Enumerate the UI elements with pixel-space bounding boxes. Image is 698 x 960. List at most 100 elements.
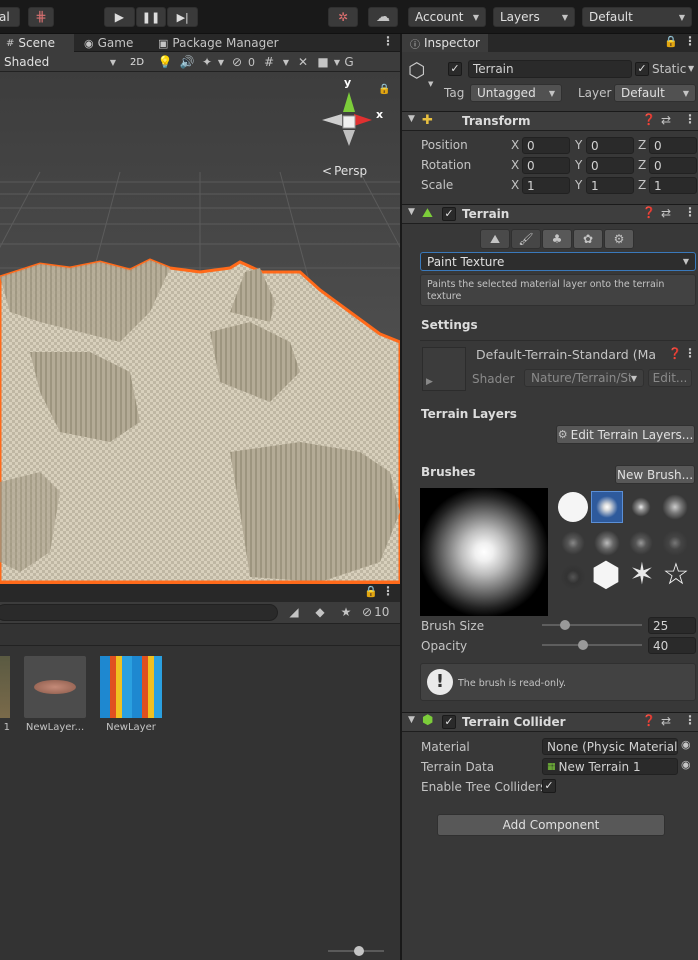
tag-dropdown[interactable]: Untagged ▼ (470, 84, 562, 102)
filter-label-icon[interactable]: ◆ (312, 605, 328, 619)
brush-item-hard-circle[interactable] (558, 492, 588, 522)
edit-terrain-layers-button[interactable]: ⚙ Edit Terrain Layers... (556, 425, 695, 444)
slider-thumb[interactable] (354, 946, 364, 956)
tab-inspector[interactable]: ⓘ Inspector (402, 34, 488, 52)
collider-material-picker-icon[interactable]: ◉ (681, 738, 691, 751)
account-dropdown[interactable]: Account ▼ (408, 7, 486, 27)
inspector-lock-icon[interactable]: 🔒 (664, 35, 678, 48)
tab-game[interactable]: ◉ Game (84, 34, 150, 52)
tab-package-manager[interactable]: ▣ Package Manager (158, 34, 288, 52)
brush-item-small-soft[interactable] (626, 492, 656, 522)
scene-viewport[interactable]: y x 🔒 < Persp (0, 72, 400, 584)
asset-item[interactable]: 1 (0, 656, 10, 736)
terrain-data-picker-icon[interactable]: ◉ (681, 758, 691, 771)
terrain-tool-dropdown[interactable]: Paint Texture ▼ (420, 252, 696, 271)
brush-size-field[interactable]: 25 (648, 617, 696, 634)
position-x-field[interactable]: 0 (522, 137, 570, 154)
opacity-field[interactable]: 40 (648, 637, 696, 654)
terrain-presets-icon[interactable]: ⇄ (661, 206, 671, 220)
tree-colliders-checkbox[interactable]: ✓ (542, 779, 556, 793)
tools-icon[interactable]: ✕ (292, 55, 314, 69)
scale-x-field[interactable]: 1 (522, 177, 570, 194)
collider-help-icon[interactable]: ❓ (642, 714, 656, 727)
static-caret-icon[interactable]: ▼ (688, 64, 694, 73)
collider-menu-icon[interactable]: ⋮ (684, 713, 696, 727)
project-lock-icon[interactable]: 🔒 (364, 585, 378, 598)
brush-size-thumb[interactable] (560, 620, 570, 630)
collider-material-field[interactable]: None (Physic Material) (542, 738, 678, 755)
rotation-y-field[interactable]: 0 (586, 157, 634, 174)
collider-foldout-icon[interactable]: ▼ (408, 715, 415, 725)
collab-button[interactable]: ✲ (328, 7, 358, 27)
grid-icon[interactable]: # (258, 55, 280, 69)
grid-snap-button[interactable]: ⋕ (28, 7, 54, 27)
filter-type-icon[interactable]: ◢ (286, 605, 302, 619)
pause-button[interactable]: ❚❚ (135, 7, 167, 27)
persp-toggle[interactable]: < Persp (322, 164, 367, 178)
asset-item[interactable]: NewLayer (100, 656, 162, 736)
brush-item-noise-1[interactable] (558, 528, 588, 558)
paint-terrain-button[interactable]: 🖌 (511, 229, 541, 249)
paint-trees-button[interactable]: ♣ (542, 229, 572, 249)
brush-item-star-outline-icon[interactable]: ☆ (660, 560, 692, 592)
brush-item-swirl[interactable] (660, 528, 690, 558)
play-button[interactable]: ▶ (104, 7, 135, 27)
thumbnail-size-slider[interactable] (328, 946, 384, 956)
asset-item[interactable]: NewLayer... (24, 656, 86, 736)
material-expand-icon[interactable]: ▶ (426, 377, 433, 387)
lighting-icon[interactable]: 💡 (154, 55, 176, 69)
brush-item-soft-circle[interactable] (591, 491, 623, 523)
scene-kebab-icon[interactable]: ⋮ (382, 34, 394, 52)
left-menu-button[interactable]: al (0, 7, 20, 27)
material-menu-icon[interactable]: ⋮ (684, 346, 696, 360)
brush-item-grass[interactable] (558, 562, 588, 592)
brush-item-noise-2[interactable] (592, 528, 622, 558)
hidden-objects-icon[interactable]: ⊘ (226, 55, 248, 69)
scale-z-field[interactable]: 1 (649, 177, 697, 194)
gameobject-icon-caret[interactable]: ▼ (428, 80, 433, 88)
grid-caret-icon[interactable]: ▼ (280, 58, 292, 67)
transform-foldout-icon[interactable]: ▼ (408, 114, 415, 124)
position-z-field[interactable]: 0 (649, 137, 697, 154)
terrain-data-field[interactable]: ▦ New Terrain 1 (542, 758, 678, 775)
object-name-input[interactable]: Terrain (468, 60, 632, 78)
paint-details-button[interactable]: ✿ (573, 229, 603, 249)
tab-scene[interactable]: # Scene (0, 34, 74, 52)
opacity-slider[interactable] (542, 638, 642, 652)
static-checkbox[interactable]: ✓ (635, 62, 649, 76)
brush-item-star-soft-icon[interactable]: ✶ (626, 560, 658, 592)
step-button[interactable]: ▶| (167, 7, 199, 27)
inspector-kebab-icon[interactable]: ⋮ (684, 34, 696, 48)
camera-icon[interactable]: ■ (314, 55, 332, 69)
gizmos-icon[interactable]: G (342, 55, 356, 69)
add-component-button[interactable]: Add Component (437, 814, 665, 836)
terrain-foldout-icon[interactable]: ▼ (408, 207, 415, 217)
layers-dropdown[interactable]: Layers ▼ (493, 7, 575, 27)
brush-item-cloud[interactable] (660, 492, 690, 522)
shader-edit-button[interactable]: Edit... (648, 369, 692, 387)
brush-item-hexagon-icon[interactable]: ⬢ (590, 558, 622, 592)
camera-caret-icon[interactable]: ▼ (332, 58, 342, 67)
scale-y-field[interactable]: 1 (586, 177, 634, 194)
project-kebab-icon[interactable]: ⋮ (382, 584, 394, 598)
material-help-icon[interactable]: ❓ (668, 347, 682, 360)
project-search-input[interactable] (0, 604, 278, 621)
project-hidden-toggle[interactable]: ⊘ 10 (362, 605, 389, 619)
effects-icon[interactable]: ✦ (198, 55, 216, 69)
lock-icon[interactable]: 🔒 (378, 84, 390, 95)
cloud-button[interactable]: ☁ (368, 7, 398, 27)
transform-menu-icon[interactable]: ⋮ (684, 112, 696, 126)
position-y-field[interactable]: 0 (586, 137, 634, 154)
collider-presets-icon[interactable]: ⇄ (661, 714, 671, 728)
shading-mode-dropdown[interactable]: Shaded ▼ (0, 52, 120, 72)
layer-dropdown[interactable]: Default ▼ (614, 84, 696, 102)
transform-help-icon[interactable]: ❓ (642, 113, 656, 126)
collider-enabled-checkbox[interactable]: ✓ (442, 715, 456, 729)
effects-caret-icon[interactable]: ▼ (216, 58, 226, 67)
mode-2d-button[interactable]: 2D (124, 53, 150, 71)
brush-size-slider[interactable] (542, 618, 642, 632)
terrain-menu-icon[interactable]: ⋮ (684, 205, 696, 219)
transform-presets-icon[interactable]: ⇄ (661, 113, 671, 127)
rotation-z-field[interactable]: 0 (649, 157, 697, 174)
terrain-settings-button[interactable]: ⚙ (604, 229, 634, 249)
